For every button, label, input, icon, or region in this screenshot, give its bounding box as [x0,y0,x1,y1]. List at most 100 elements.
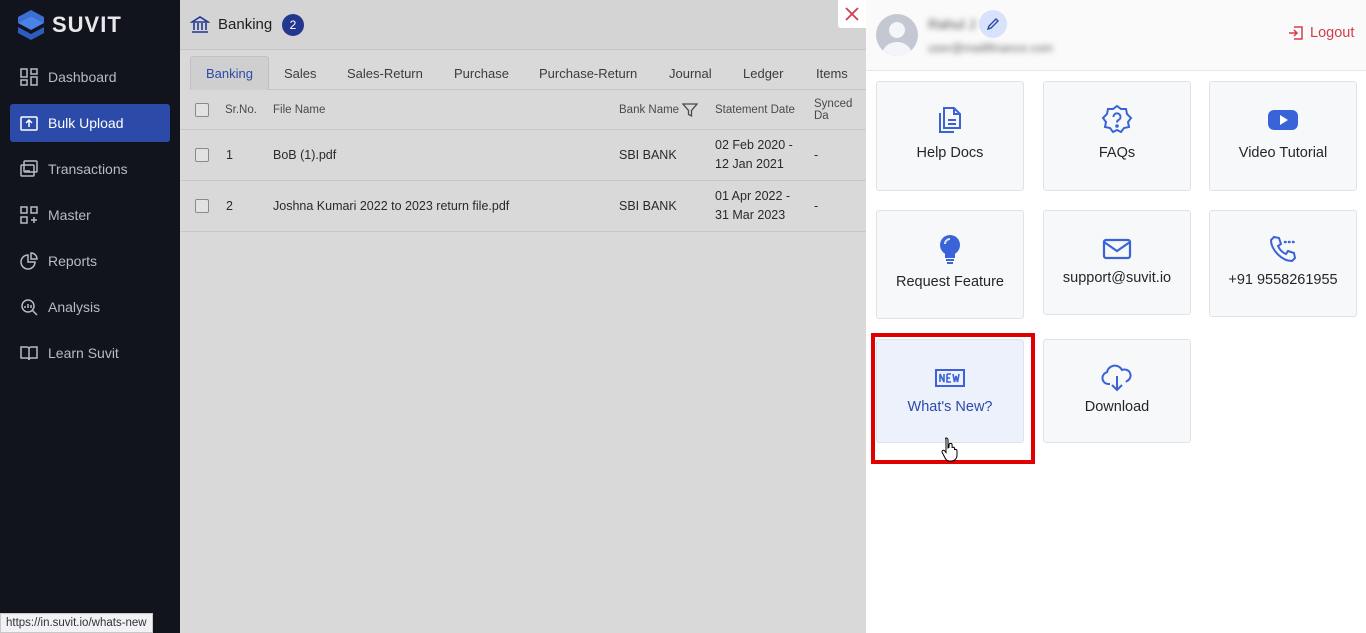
user-silhouette-icon [881,22,913,56]
row-srno: 1 [226,148,233,162]
tab-sales-return[interactable]: Sales-Return [347,56,423,90]
card-label: Request Feature [895,274,1004,290]
card-label: Video Tutorial [1238,145,1328,161]
table-header: Sr.No. File Name Bank Name Statement Dat… [180,90,866,130]
row-bank-name: SBI BANK [619,148,677,162]
column-header-srno: Sr.No. [225,103,257,116]
sidebar-item-label: Bulk Upload [48,115,124,131]
column-header-bank-name: Bank Name [619,90,699,129]
sidebar-item-label: Analysis [48,299,101,315]
table-row[interactable]: 1 BoB (1).pdf SBI BANK 02 Feb 2020 - 12 … [180,130,866,181]
sidebar-item-label: Learn Suvit [48,345,119,361]
sidebar-nav: Dashboard Bulk Upload Transactions Maste… [10,58,170,380]
cloud-download-icon [1101,364,1132,392]
date-from: 02 Feb 2020 - [715,138,793,152]
tab-ledger[interactable]: Ledger [743,56,783,90]
column-header-file-name: File Name [273,103,326,116]
card-label: FAQs [1098,145,1136,161]
date-from: 01 Apr 2022 - [715,189,791,203]
filter-icon[interactable] [682,102,699,118]
count-badge: 2 [282,14,304,36]
help-docs-card[interactable]: Help Docs [876,81,1024,191]
book-icon [20,346,38,361]
download-card[interactable]: Download [1043,339,1191,443]
card-label: Download [1084,399,1150,415]
user-name: Rahul J [928,16,976,32]
pencil-icon [986,18,999,31]
sidebar-item-label: Reports [48,253,98,269]
column-header-synced-date: Synced Da [814,97,853,122]
tab-sales[interactable]: Sales [284,56,317,90]
lightbulb-icon [940,235,960,264]
row-statement-date: 01 Apr 2022 - 31 Mar 2023 [715,181,790,231]
row-file-name[interactable]: BoB (1).pdf [273,130,336,180]
dashboard-icon [20,68,38,86]
close-panel-button[interactable] [838,0,866,28]
row-synced-date: - [814,199,819,213]
video-tutorial-card[interactable]: Video Tutorial [1209,81,1357,191]
sidebar-item-analysis[interactable]: Analysis [10,288,170,326]
date-to: 12 Jan 2021 [715,157,784,171]
support-email-card[interactable]: support@suvit.io [1043,210,1191,315]
hand-cursor-icon [941,437,958,462]
page-title: Banking [218,16,273,33]
status-bar-url: https://in.suvit.io/whats-new [0,613,153,633]
row-checkbox[interactable] [195,199,209,213]
user-email: user@maillfinance.com [928,41,1053,55]
row-srno: 2 [226,199,233,213]
sidebar-item-reports[interactable]: Reports [10,242,170,280]
tab-journal[interactable]: Journal [669,56,712,90]
transactions-icon [20,160,38,177]
analysis-search-icon [21,299,38,316]
logout-label: Logout [1310,25,1355,41]
sidebar-item-label: Transactions [48,161,128,177]
close-icon [845,7,859,21]
card-label: Help Docs [916,145,984,161]
upload-icon [20,116,38,131]
brand-logo[interactable]: SUVIT [18,10,122,40]
main-content: Banking 2 Banking Sales Sales-Return Pur… [180,0,866,633]
date-to: 31 Mar 2023 [715,208,786,222]
phone-icon [1269,235,1297,263]
logout-button[interactable]: Logout [1288,25,1354,41]
tab-purchase[interactable]: Purchase [454,56,509,90]
sidebar-item-label: Master [48,207,91,223]
logout-icon [1289,26,1303,40]
bank-icon [190,16,210,33]
youtube-icon [1268,110,1298,130]
pie-chart-icon [20,252,38,270]
question-badge-icon [1101,104,1133,134]
mail-icon [1102,238,1132,260]
phone-card[interactable]: +91 9558261955 [1209,210,1357,317]
row-file-name[interactable]: Joshna Kumari 2022 to 2023 return file.p… [273,181,509,231]
row-statement-date: 02 Feb 2020 - 12 Jan 2021 [715,130,793,180]
avatar [876,14,918,56]
request-feature-card[interactable]: Request Feature [876,210,1024,319]
brand-name: SUVIT [52,12,122,37]
page-header: Banking 2 [180,0,866,50]
suvit-logo-icon [18,10,44,40]
row-synced-date: - [814,148,819,162]
table-row[interactable]: 2 Joshna Kumari 2022 to 2023 return file… [180,181,866,232]
tab-banking[interactable]: Banking [190,56,269,90]
edit-profile-button[interactable] [979,10,1007,38]
sidebar-item-learn-suvit[interactable]: Learn Suvit [10,334,170,372]
sidebar-item-dashboard[interactable]: Dashboard [10,58,170,96]
tab-items[interactable]: Items [816,56,848,90]
row-bank-name: SBI BANK [619,199,677,213]
master-grid-icon [20,206,38,224]
faqs-card[interactable]: FAQs [1043,81,1191,191]
tab-purchase-return[interactable]: Purchase-Return [539,56,637,90]
docs-icon [939,107,961,133]
row-checkbox[interactable] [195,148,209,162]
sidebar-item-label: Dashboard [48,69,117,85]
sidebar-item-master[interactable]: Master [10,196,170,234]
select-all-checkbox[interactable] [195,102,209,117]
sidebar: SUVIT Dashboard Bulk Upload Transactions… [0,0,180,633]
card-label: support@suvit.io [1062,270,1172,286]
column-header-label: Bank Name [619,103,680,116]
help-panel: Rahul J user@maillfinance.com Logout Hel… [866,0,1366,633]
sidebar-item-bulk-upload[interactable]: Bulk Upload [10,104,170,142]
sidebar-item-transactions[interactable]: Transactions [10,150,170,188]
files-table: Sr.No. File Name Bank Name Statement Dat… [180,90,866,232]
